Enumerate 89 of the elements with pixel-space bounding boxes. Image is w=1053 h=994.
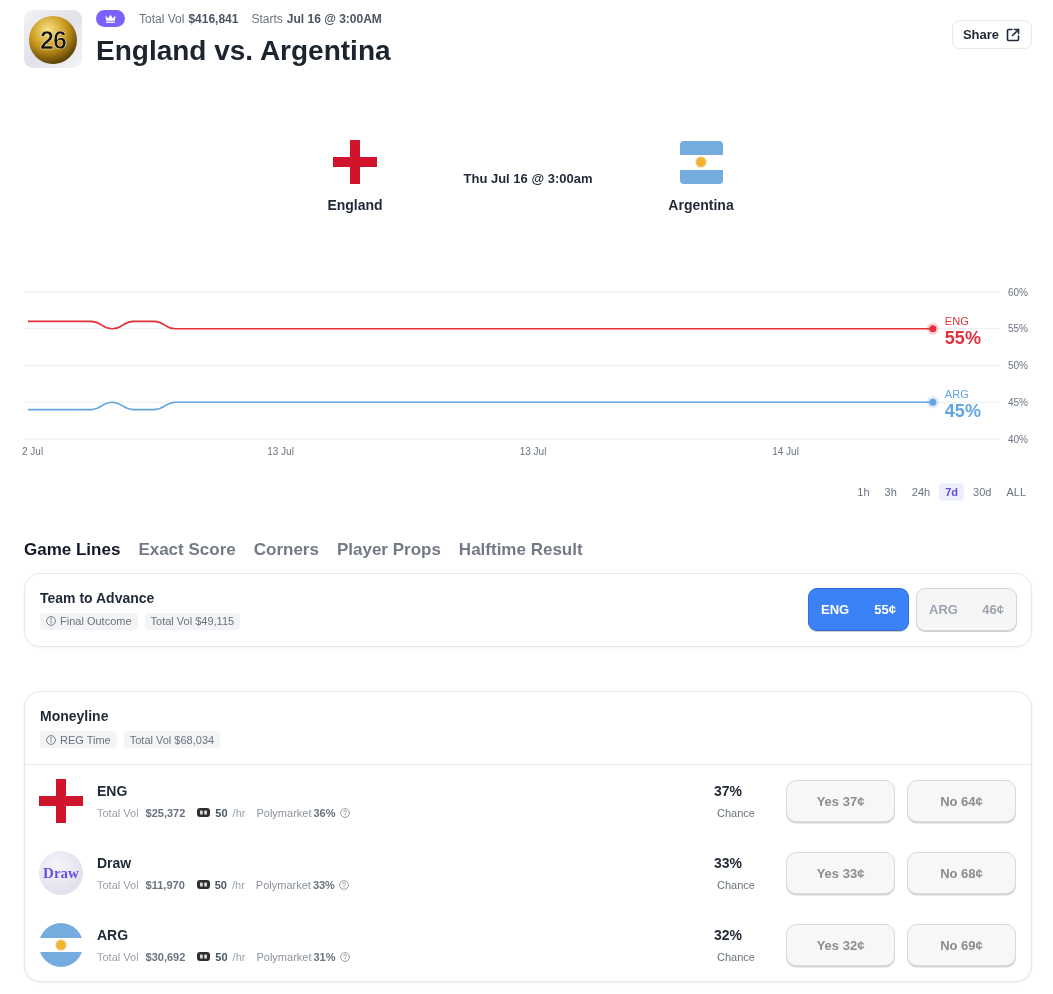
volume-value: $11,970 — [145, 877, 185, 892]
no-button[interactable]: No 69¢ — [907, 924, 1016, 966]
axis-label: 50% — [1008, 360, 1028, 371]
volume-label: Total Vol — [97, 949, 139, 964]
source-label: Polymarket — [256, 805, 312, 820]
axis-label: 13 Jul — [519, 446, 547, 457]
stat-value: Jul 16 @ 3:00AM — [286, 11, 382, 26]
market-tab[interactable]: Corners — [253, 539, 319, 561]
tag-text: Total Vol $49,115 — [150, 615, 235, 627]
axis-label: 60% — [1008, 286, 1028, 298]
range-button[interactable]: 30d — [967, 483, 998, 501]
chance-label: Chance — [716, 949, 756, 964]
volume-value: $25,372 — [145, 805, 186, 820]
axis-label: 13 Jul — [267, 446, 294, 457]
market-title: Moneyline — [40, 708, 110, 725]
source-value: 31% — [313, 949, 336, 964]
stat-label: Total Vol — [139, 11, 185, 26]
market-tab[interactable]: Player Props — [336, 539, 441, 561]
rate-unit: /hr — [232, 805, 246, 820]
external-link-icon — [1005, 26, 1022, 43]
page-title: England vs. Argentina — [96, 34, 392, 68]
crown-icon — [96, 10, 125, 27]
outcome-name: ENG — [97, 782, 129, 800]
axis-label: 14 Jul — [772, 446, 799, 457]
source-label: Polymarket — [256, 949, 312, 964]
no-button[interactable]: No 64¢ — [907, 780, 1016, 822]
share-button[interactable]: Share — [952, 20, 1032, 49]
axis-label: 40% — [1008, 433, 1028, 445]
outcome-name: Draw — [97, 854, 133, 872]
team-name: Argentina — [668, 196, 734, 213]
outcome-name: ARG — [97, 926, 130, 944]
team-name: England — [327, 197, 383, 213]
help-icon — [338, 879, 349, 890]
chance-value: 32% — [714, 926, 744, 944]
match-time: Thu Jul 16 @ 3:00am — [462, 171, 594, 186]
volume-value: $30,692 — [145, 949, 186, 964]
chance-value: 33% — [714, 854, 744, 872]
market-tab[interactable]: Halftime Result — [458, 539, 583, 561]
stat-value: $416,841 — [188, 11, 239, 26]
chance-label: Chance — [716, 877, 756, 892]
yes-button[interactable]: Yes 32¢ — [786, 924, 895, 966]
help-icon — [339, 951, 350, 962]
stat-label: Starts — [251, 11, 283, 26]
rate-value: 50 — [215, 949, 228, 964]
range-button[interactable]: 24h — [905, 483, 937, 501]
rate-value: 50 — [215, 805, 228, 820]
rate-unit: /hr — [232, 877, 245, 892]
flag-icon — [39, 779, 83, 823]
outcome-button[interactable]: ARG 46¢ — [916, 588, 1017, 631]
series-label: ARG — [944, 388, 969, 401]
market-tab[interactable]: Exact Score — [138, 539, 236, 561]
series-label: ENG — [944, 314, 969, 327]
range-button[interactable]: 7d — [939, 483, 965, 501]
chance-label: Chance — [716, 805, 756, 820]
yes-button[interactable]: Yes 37¢ — [786, 780, 895, 822]
tag-text: REG Time — [60, 733, 111, 746]
end-point-marker — [926, 322, 939, 335]
axis-label: 45% — [1008, 396, 1028, 408]
source-value: 36% — [313, 805, 336, 820]
value-label: 55% — [944, 327, 981, 348]
market-title: Team to Advance — [40, 589, 156, 607]
rate-unit: /hr — [232, 949, 246, 964]
range-button[interactable]: 1h — [851, 483, 876, 501]
axis-label: 55% — [1008, 323, 1028, 335]
volume-label: Total Vol — [97, 877, 139, 892]
tag-text: Final Outcome — [60, 615, 132, 627]
end-point-marker — [926, 396, 939, 409]
outcome-button[interactable]: ENG 55¢ — [808, 588, 909, 631]
volume-label: Total Vol — [97, 805, 139, 820]
rate-value: 50 — [214, 877, 227, 892]
draw-logo: Draw — [39, 851, 83, 895]
yes-button[interactable]: Yes 33¢ — [786, 852, 895, 894]
value-label: 45% — [944, 401, 981, 422]
market-tab[interactable]: Game Lines — [24, 539, 121, 561]
source-label: Polymarket — [255, 877, 311, 892]
source-value: 33% — [312, 877, 335, 892]
no-button[interactable]: No 68¢ — [907, 852, 1016, 894]
help-icon — [339, 807, 350, 818]
token-icon — [197, 952, 211, 961]
token-icon — [197, 808, 211, 817]
range-button[interactable]: 3h — [878, 483, 903, 501]
flag-icon — [679, 140, 723, 184]
range-button[interactable]: ALL — [1000, 483, 1032, 501]
ball-logo: 26 — [24, 10, 82, 68]
tag-text: Total Vol $68,034 — [129, 733, 215, 746]
chance-value: 37% — [714, 782, 744, 800]
flag-icon — [333, 140, 377, 184]
token-icon — [196, 880, 210, 889]
axis-label: 2 Jul — [22, 446, 44, 457]
